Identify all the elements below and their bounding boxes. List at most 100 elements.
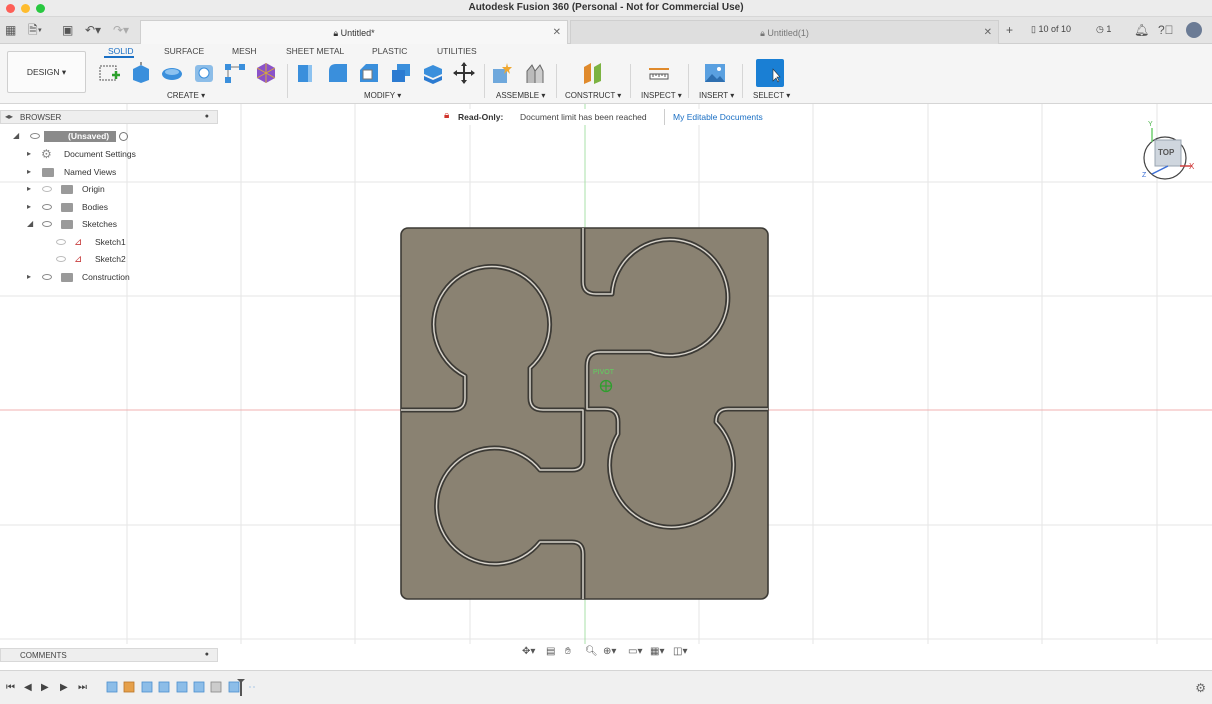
tab-mesh[interactable]: MESH <box>232 46 257 56</box>
pattern-icon[interactable] <box>223 61 247 85</box>
browser-root[interactable]: ◢ (Unsaved) <box>0 128 218 145</box>
browser-item-bodies[interactable]: ▸ Bodies <box>0 199 218 216</box>
revolve-icon[interactable] <box>160 61 184 85</box>
hole-icon[interactable] <box>192 61 216 85</box>
browser-item-sketch1[interactable]: ⊿ Sketch1 <box>0 234 218 251</box>
insert-group-label[interactable]: INSERT ▾ <box>699 91 734 100</box>
collapse-arrow-icon[interactable]: ◢ <box>13 131 19 140</box>
browser-item-sketches[interactable]: ◢ Sketches <box>0 216 218 233</box>
go-to-start-icon[interactable]: ⏮ <box>6 682 15 693</box>
comments-panel[interactable]: COMMENTS ● <box>0 648 218 662</box>
tab-untitled-active[interactable]: 🔒︎ Untitled* ✕ <box>140 20 568 44</box>
job-status[interactable]: ◷ 1 <box>1096 24 1111 35</box>
navigation-bar: ✥▾ ▤ ✋︎ 🔍︎ ⊕▾ ▭▾ ▦▾ ◫▾ <box>518 646 694 662</box>
visibility-eye-icon[interactable] <box>56 239 66 245</box>
shell-icon[interactable] <box>389 61 413 85</box>
expand-arrow-icon[interactable]: ▸ <box>27 202 31 211</box>
my-editable-documents-link[interactable]: My Editable Documents <box>673 112 763 122</box>
file-menu-icon[interactable]: 🗎▾ <box>28 23 42 37</box>
tab-solid[interactable]: SOLID <box>108 46 134 56</box>
visibility-eye-icon[interactable] <box>42 221 52 227</box>
browser-item-origin[interactable]: ▸ Origin <box>0 181 218 198</box>
browser-item-label: Bodies <box>82 202 108 212</box>
expand-arrow-icon[interactable]: ▸ <box>27 167 31 176</box>
redo-icon[interactable]: ↷▾ <box>113 23 129 37</box>
play-icon[interactable]: ▶ <box>41 682 49 693</box>
collapse-panel-icon[interactable]: ◂▸ <box>5 112 13 121</box>
browser-item-document-settings[interactable]: ▸ ⚙ Document Settings <box>0 146 218 163</box>
puzzle-model[interactable] <box>400 227 769 600</box>
chamfer-icon[interactable] <box>357 61 381 85</box>
tab-untitled-1[interactable]: 🔒︎ Untitled(1) ✕ <box>570 20 999 44</box>
construct-group-label[interactable]: CONSTRUCT ▾ <box>565 91 621 100</box>
look-at-icon[interactable]: ▤ <box>546 646 555 657</box>
create-group-label[interactable]: CREATE ▾ <box>167 91 205 100</box>
joint-icon[interactable] <box>523 61 547 85</box>
workspace-switcher[interactable]: DESIGN ▾ <box>7 51 86 93</box>
combine-icon[interactable] <box>421 61 445 85</box>
measure-icon[interactable] <box>647 61 671 85</box>
browser-title: BROWSER <box>20 113 62 122</box>
orbit-icon[interactable]: ✥▾ <box>522 646 535 657</box>
visibility-eye-icon[interactable] <box>56 256 66 262</box>
tab-utilities[interactable]: UTILITIES <box>437 46 477 56</box>
inspect-group-label[interactable]: INSPECT ▾ <box>641 91 682 100</box>
select-group-label[interactable]: SELECT ▾ <box>753 91 790 100</box>
visibility-eye-icon[interactable] <box>42 186 52 192</box>
collapse-arrow-icon[interactable]: ◢ <box>27 219 33 228</box>
tab-label: Untitled(1) <box>767 28 809 38</box>
press-pull-icon[interactable] <box>294 61 318 85</box>
tab-plastic[interactable]: PLASTIC <box>372 46 407 56</box>
avatar[interactable] <box>1186 22 1202 38</box>
expand-arrow-icon[interactable]: ▸ <box>27 272 31 281</box>
app-grid-icon[interactable]: ▦ <box>5 23 16 37</box>
grid-settings-icon[interactable]: ▦▾ <box>650 646 664 657</box>
expand-arrow-icon[interactable]: ▸ <box>27 149 31 158</box>
fillet-icon[interactable] <box>326 61 350 85</box>
create-sketch-icon[interactable] <box>98 61 122 85</box>
assemble-group-label[interactable]: ASSEMBLE ▾ <box>496 91 545 100</box>
pan-icon[interactable]: ✋︎ <box>565 646 571 657</box>
viewcube[interactable]: TOP X Y Z <box>1140 121 1196 184</box>
browser-item-construction[interactable]: ▸ Construction <box>0 269 218 286</box>
notifications-icon[interactable]: 🔔︎ <box>1134 23 1149 37</box>
zoom-window-icon[interactable]: ⊕▾ <box>603 646 616 657</box>
save-icon[interactable]: ▣ <box>62 23 73 37</box>
tab-sheet-metal[interactable]: SHEET METAL <box>286 46 344 56</box>
browser-item-named-views[interactable]: ▸ Named Views <box>0 164 218 181</box>
step-back-icon[interactable]: ◀ <box>24 682 32 693</box>
modify-group-label[interactable]: MODIFY ▾ <box>364 91 401 100</box>
visibility-eye-icon[interactable] <box>42 204 52 210</box>
document-count[interactable]: ▯ 10 of 10 <box>1031 24 1071 35</box>
select-tool-icon[interactable] <box>756 59 784 87</box>
step-forward-icon[interactable]: ▶ <box>60 682 68 693</box>
visibility-eye-icon[interactable] <box>42 274 52 280</box>
move-copy-icon[interactable] <box>452 61 476 85</box>
viewports-icon[interactable]: ◫▾ <box>673 646 687 657</box>
pin-icon[interactable]: ● <box>205 113 209 120</box>
expand-arrow-icon[interactable]: ▸ <box>27 184 31 193</box>
new-tab-icon[interactable]: + <box>1006 23 1013 37</box>
close-tab-icon[interactable]: ✕ <box>984 27 992 38</box>
activate-radio-icon[interactable] <box>119 132 128 141</box>
pivot-marker[interactable] <box>599 379 613 393</box>
go-to-end-icon[interactable]: ⏭ <box>78 682 87 693</box>
timeline-features[interactable] <box>104 678 264 698</box>
undo-icon[interactable]: ↶▾ <box>85 23 101 37</box>
tab-surface[interactable]: SURFACE <box>164 46 204 56</box>
lock-icon: 🔒︎ <box>333 28 341 38</box>
browser-item-sketch2[interactable]: ⊿ Sketch2 <box>0 251 218 268</box>
pin-icon[interactable]: ● <box>205 651 209 658</box>
help-icon[interactable]: ?⃝ <box>1158 23 1174 37</box>
gear-icon[interactable]: ⚙ <box>1195 681 1206 695</box>
new-component-icon[interactable] <box>491 61 515 85</box>
form-icon[interactable] <box>254 61 278 85</box>
extrude-icon[interactable] <box>129 61 153 85</box>
display-settings-icon[interactable]: ▭▾ <box>628 646 642 657</box>
zoom-icon[interactable]: 🔍︎ <box>585 646 598 657</box>
close-tab-icon[interactable]: ✕ <box>553 27 561 38</box>
insert-image-icon[interactable] <box>703 61 727 85</box>
offset-plane-icon[interactable] <box>581 61 605 85</box>
axis-z-label: Z <box>1142 172 1147 179</box>
visibility-eye-icon[interactable] <box>30 133 40 139</box>
